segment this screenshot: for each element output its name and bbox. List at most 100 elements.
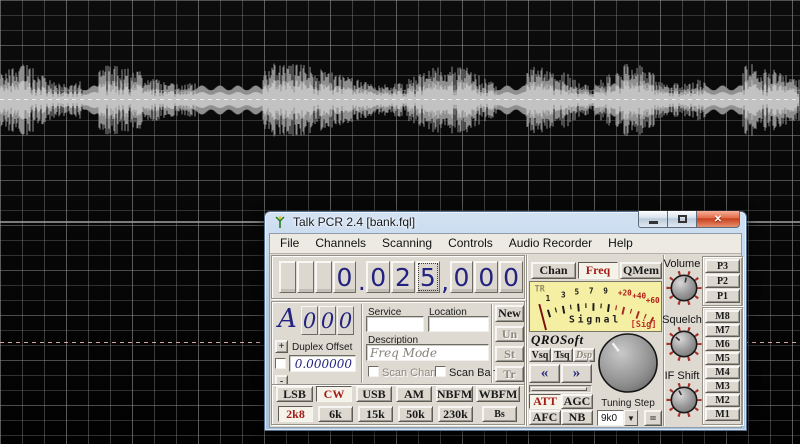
decimal-point: .: [357, 266, 366, 296]
window-title: Talk PCR 2.4 [bank.fql]: [293, 215, 416, 229]
thousands-comma: ,: [441, 266, 450, 296]
st-button[interactable]: St: [495, 346, 524, 362]
minimize-button[interactable]: [638, 211, 667, 228]
freq-digit-cell[interactable]: 0: [499, 261, 523, 293]
un-button[interactable]: Un: [495, 326, 524, 342]
duplex-plus-button[interactable]: +: [275, 340, 288, 353]
filter-6k-button[interactable]: 6k: [318, 406, 353, 422]
memory-m1-button[interactable]: M1: [705, 408, 740, 421]
tab-freq[interactable]: Freq: [578, 262, 618, 279]
freq-digit-cell[interactable]: 2: [391, 261, 415, 293]
frequency-display-frame: 0 . 0 2 5 , 0 0 0: [271, 255, 525, 299]
mode-cw-button[interactable]: CW: [316, 386, 352, 402]
menu-audio-recorder[interactable]: Audio Recorder: [501, 234, 600, 250]
squelch-knob[interactable]: [666, 326, 702, 362]
memory-m4-button[interactable]: M4: [705, 366, 740, 379]
squelch-label: Squelch: [662, 314, 702, 326]
duplex-offset-label: Duplex Offset: [292, 342, 353, 353]
freq-digit-cell[interactable]: [296, 261, 314, 293]
menu-scanning[interactable]: Scanning: [374, 234, 440, 250]
maximize-icon: [677, 215, 687, 223]
tuning-step-dropdown[interactable]: 9k0 ▼: [597, 410, 638, 426]
preset-p3-button[interactable]: P3: [705, 259, 740, 273]
memory-m8-button[interactable]: M8: [705, 310, 740, 323]
memory-m5-button[interactable]: M5: [705, 352, 740, 365]
meter-tr-label: TR: [534, 285, 545, 295]
new-button[interactable]: New: [495, 305, 524, 322]
menubar: File Channels Scanning Controls Audio Record…: [270, 234, 741, 254]
main-panel: 0 . 0 2 5 , 0 0 0 A 0 0 0 + Duplex Offse…: [270, 254, 743, 427]
tab-chan[interactable]: Chan: [531, 262, 576, 279]
channel-digit[interactable]: 0: [319, 306, 336, 335]
dsp-button[interactable]: Dsp: [573, 348, 595, 362]
equals-button[interactable]: =: [644, 410, 662, 426]
step-down-button[interactable]: «: [529, 364, 560, 383]
channel-digit[interactable]: 0: [301, 306, 318, 335]
minimize-icon: [648, 221, 658, 224]
maximize-button[interactable]: [667, 211, 696, 228]
filter-230k-button[interactable]: 230k: [438, 406, 473, 422]
freq-digit-cell[interactable]: [314, 261, 332, 293]
description-field[interactable]: Freq Mode: [366, 344, 489, 361]
tuning-step-value: 9k0: [597, 410, 624, 426]
channel-frame: A 0 0 0 + Duplex Offset 0.000000 - Servi…: [271, 301, 525, 388]
dropdown-arrow-icon[interactable]: ▼: [624, 410, 638, 426]
step-up-button[interactable]: »: [561, 364, 592, 383]
tuning-slider-thumb[interactable]: [531, 387, 587, 391]
freq-digit-cell[interactable]: 0: [449, 261, 474, 293]
freq-digit-cell[interactable]: 0: [332, 261, 357, 293]
menu-channels[interactable]: Channels: [307, 234, 374, 250]
duplex-offset-field[interactable]: 0.000000: [289, 355, 356, 372]
tab-qmem[interactable]: QMem: [620, 262, 662, 279]
close-button[interactable]: ✕: [696, 211, 740, 228]
tuning-slider[interactable]: [529, 385, 592, 393]
volume-knob[interactable]: [666, 270, 702, 306]
caption-buttons: ✕: [638, 211, 740, 228]
scan-chan-checkbox[interactable]: [368, 366, 379, 377]
menu-help[interactable]: Help: [600, 234, 641, 250]
mode-am-button[interactable]: AM: [396, 386, 432, 402]
mode-lsb-button[interactable]: LSB: [276, 386, 313, 402]
meter-tick-label: +60: [646, 296, 660, 305]
att-toggle[interactable]: ATT: [529, 394, 561, 409]
mode-wbfm-button[interactable]: WBFM: [476, 386, 520, 402]
mode-nbfm-button[interactable]: NBFM: [436, 386, 473, 402]
afc-toggle[interactable]: AFC: [529, 410, 561, 425]
tr-button[interactable]: Tr: [495, 366, 524, 382]
agc-toggle[interactable]: AGC: [561, 394, 593, 409]
memory-m3-button[interactable]: M3: [705, 380, 740, 393]
channel-digit[interactable]: 0: [337, 306, 354, 335]
menu-file[interactable]: File: [272, 234, 307, 250]
freq-digit-cell-focused[interactable]: 5: [415, 261, 440, 293]
if-shift-label: IF Shift: [664, 370, 700, 382]
nb-toggle[interactable]: NB: [561, 410, 593, 425]
titlebar[interactable]: Talk PCR 2.4 [bank.fql] ✕: [269, 211, 742, 233]
meter-tick-label: 1: [546, 294, 551, 303]
channel-letter: A: [278, 304, 297, 334]
menu-controls[interactable]: Controls: [440, 234, 501, 250]
app-icon[interactable]: [273, 215, 287, 229]
duplex-checkbox[interactable]: [275, 358, 286, 369]
bandscope-button[interactable]: Bs: [482, 406, 517, 422]
freq-digit-cell[interactable]: 0: [474, 261, 499, 293]
mode-usb-button[interactable]: USB: [356, 386, 392, 402]
service-field[interactable]: [366, 316, 424, 332]
freq-digit-cell[interactable]: [279, 261, 296, 293]
freq-digit-cell[interactable]: 0: [366, 261, 391, 293]
memory-m6-button[interactable]: M6: [705, 338, 740, 351]
scan-bank-checkbox[interactable]: [435, 366, 446, 377]
filter-2k8-button[interactable]: 2k8: [278, 406, 313, 422]
location-field[interactable]: [428, 316, 489, 332]
tuning-knob[interactable]: [596, 331, 660, 395]
memory-m7-button[interactable]: M7: [705, 324, 740, 337]
preset-p1-button[interactable]: P1: [705, 289, 740, 303]
if-shift-knob[interactable]: [666, 382, 702, 418]
meter-signal-label: Signal: [569, 313, 621, 325]
filter-15k-button[interactable]: 15k: [358, 406, 393, 422]
tsq-button[interactable]: Tsq: [551, 348, 573, 362]
vsq-button[interactable]: Vsq: [529, 348, 551, 362]
filter-50k-button[interactable]: 50k: [398, 406, 433, 422]
waveform: [0, 63, 800, 137]
preset-p2-button[interactable]: P2: [705, 274, 740, 288]
memory-m2-button[interactable]: M2: [705, 394, 740, 407]
